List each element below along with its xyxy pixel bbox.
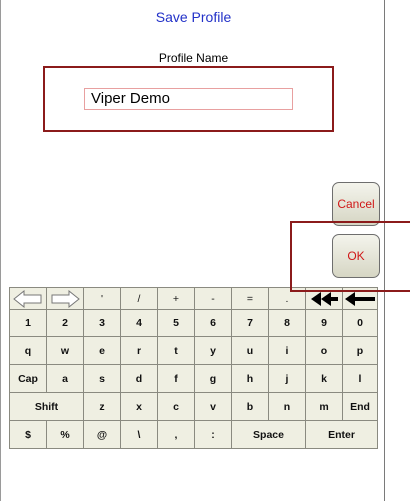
key-z[interactable]: z (83, 392, 121, 421)
enter-key[interactable]: Enter (305, 420, 378, 449)
key-5[interactable]: 5 (157, 309, 195, 337)
key-y[interactable]: y (194, 336, 232, 365)
key-m[interactable]: m (305, 392, 343, 421)
key-9[interactable]: 9 (305, 309, 343, 337)
key-w[interactable]: w (46, 336, 84, 365)
key-a[interactable]: a (46, 364, 84, 393)
caps-lock-key[interactable]: Cap (9, 364, 47, 393)
profile-name-label: Profile Name (158, 51, 229, 65)
page-title: Save Profile (155, 9, 232, 25)
key-h[interactable]: h (231, 364, 269, 393)
key-minus[interactable]: - (194, 287, 232, 310)
key-f[interactable]: f (157, 364, 195, 393)
keyboard-row-numbers: 1 2 3 4 5 6 7 8 9 0 (9, 309, 378, 337)
key-q[interactable]: q (9, 336, 47, 365)
profile-name-callout (43, 66, 334, 132)
key-equals[interactable]: = (231, 287, 269, 310)
key-at[interactable]: @ (83, 420, 121, 449)
key-l[interactable]: l (342, 364, 378, 393)
cancel-button[interactable]: Cancel (332, 182, 380, 226)
on-screen-keyboard: ' / + - = . 1 2 3 4 5 6 7 8 9 0 q w e r … (9, 287, 378, 449)
key-dollar[interactable]: $ (9, 420, 47, 449)
key-b[interactable]: b (231, 392, 269, 421)
end-key[interactable]: End (342, 392, 378, 421)
key-slash[interactable]: / (120, 287, 158, 310)
shift-key[interactable]: Shift (9, 392, 84, 421)
key-s[interactable]: s (83, 364, 121, 393)
key-percent[interactable]: % (46, 420, 84, 449)
left-outline-arrow-icon[interactable] (9, 287, 47, 310)
keyboard-row-asdf: Cap a s d f g h j k l (9, 364, 378, 393)
key-4[interactable]: 4 (120, 309, 158, 337)
key-2[interactable]: 2 (46, 309, 84, 337)
key-1[interactable]: 1 (9, 309, 47, 337)
key-p[interactable]: p (342, 336, 378, 365)
keyboard-row-bottom: $ % @ \ , : Space Enter (9, 420, 378, 449)
key-r[interactable]: r (120, 336, 158, 365)
key-v[interactable]: v (194, 392, 232, 421)
key-k[interactable]: k (305, 364, 343, 393)
keyboard-row-zxcv: Shift z x c v b n m End (9, 392, 378, 421)
key-colon[interactable]: : (194, 420, 232, 449)
key-u[interactable]: u (231, 336, 269, 365)
key-g[interactable]: g (194, 364, 232, 393)
key-comma[interactable]: , (157, 420, 195, 449)
key-j[interactable]: j (268, 364, 306, 393)
key-0[interactable]: 0 (342, 309, 378, 337)
key-3[interactable]: 3 (83, 309, 121, 337)
keyboard-row-qwerty: q w e r t y u i o p (9, 336, 378, 365)
key-apostrophe[interactable]: ' (83, 287, 121, 310)
key-o[interactable]: o (305, 336, 343, 365)
key-backslash[interactable]: \ (120, 420, 158, 449)
ok-button-callout (290, 221, 410, 292)
key-d[interactable]: d (120, 364, 158, 393)
key-n[interactable]: n (268, 392, 306, 421)
key-plus[interactable]: + (157, 287, 195, 310)
key-c[interactable]: c (157, 392, 195, 421)
key-t[interactable]: t (157, 336, 195, 365)
space-key[interactable]: Space (231, 420, 306, 449)
key-i[interactable]: i (268, 336, 306, 365)
key-e[interactable]: e (83, 336, 121, 365)
key-7[interactable]: 7 (231, 309, 269, 337)
right-outline-arrow-icon[interactable] (46, 287, 84, 310)
key-x[interactable]: x (120, 392, 158, 421)
key-6[interactable]: 6 (194, 309, 232, 337)
key-8[interactable]: 8 (268, 309, 306, 337)
